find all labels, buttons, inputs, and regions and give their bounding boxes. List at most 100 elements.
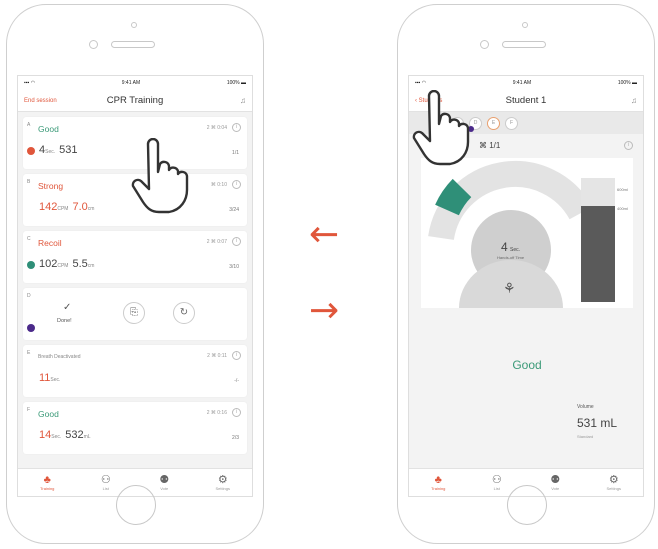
training-icon: ♣	[43, 474, 51, 486]
card-status: Good	[38, 409, 59, 419]
card-timer: ⌘ 0:10	[210, 182, 227, 188]
list-icon: ⚇	[491, 474, 502, 486]
card-letter: C	[27, 236, 31, 242]
speaker-grille	[111, 41, 155, 48]
speaker-grille	[502, 41, 546, 48]
card-timer: 2 ⌘ 0:04	[206, 125, 227, 131]
sensor-dot	[480, 40, 489, 49]
status-bar: ▪▪▪ ◠ 9:41 AM 100% ▬	[409, 76, 643, 90]
card-values: 142CPM 7.0cm	[39, 201, 95, 213]
page-title: CPR Training	[106, 95, 164, 106]
card-status: Strong	[38, 181, 64, 191]
notification-icon[interactable]: ♫	[587, 96, 637, 105]
tab-vote[interactable]: ⚉ Vote	[537, 474, 573, 491]
nav-bar: End session CPR Training ♫	[18, 90, 252, 112]
restart-button[interactable]: ↻	[173, 302, 195, 324]
camera-dot	[522, 22, 528, 28]
student-chip-e[interactable]: E	[487, 116, 500, 130]
tap-hand-icon	[412, 90, 470, 166]
tap-hand-icon	[131, 138, 189, 214]
home-button[interactable]	[507, 485, 547, 525]
student-card-c[interactable]: C Recoil 2 ⌘ 0:07 i 102CPM 5.5cm 3/10	[23, 231, 247, 283]
battery-indicator: 100% ▬	[226, 80, 246, 86]
cycle-count: ⌘ 1/1	[479, 140, 501, 150]
card-count: 3/24	[229, 207, 239, 213]
result-label: Good	[512, 358, 542, 372]
student-card-f[interactable]: F Good 2 ⌘ 0:16 i 14Sec. 532mL 2/3	[23, 402, 247, 454]
student-color-dot	[27, 147, 35, 155]
status-time: 9:41 AM	[512, 80, 532, 86]
info-icon[interactable]: i	[232, 408, 241, 417]
volume-label: Volume	[577, 404, 594, 410]
bar-label-top: 600ml	[617, 187, 628, 192]
screen-training: ▪▪▪ ◠ 9:41 AM 100% ▬ End session CPR Tra…	[17, 75, 253, 497]
tab-training[interactable]: ♣ Training	[420, 474, 456, 491]
vote-icon: ⚉	[550, 474, 561, 486]
tab-list[interactable]: ⚇ List	[479, 474, 515, 491]
card-timer: 2 ⌘ 0:07	[206, 239, 227, 245]
signal-icon: ▪▪▪ ◠	[24, 80, 36, 86]
list-icon: ⚇	[100, 474, 111, 486]
bar-label-mid: 400ml	[617, 206, 628, 211]
tab-training[interactable]: ♣ Training	[29, 474, 65, 491]
info-icon[interactable]: i	[232, 180, 241, 189]
check-icon: ✓	[63, 302, 72, 313]
done-label: Done!	[57, 318, 72, 324]
page-title: Student 1	[505, 95, 547, 106]
feedback-panel: 4 Sec. Hands-off Time ⚘ 600ml 400ml	[421, 158, 633, 356]
sensor-dot	[89, 40, 98, 49]
tab-settings[interactable]: ⚙ Settings	[596, 474, 632, 491]
settings-icon: ⚙	[608, 474, 619, 486]
gauge-value: 4	[501, 240, 508, 254]
camera-dot	[131, 22, 137, 28]
student-card-d[interactable]: D ✓ Done! ⎘ ↻	[23, 288, 247, 340]
notification-icon[interactable]: ♫	[196, 96, 246, 105]
phone-frame-right: ▪▪▪ ◠ 9:41 AM 100% ▬ ‹ Students Student …	[397, 4, 655, 544]
info-icon[interactable]: i	[232, 123, 241, 132]
end-session-button[interactable]: End session	[24, 98, 74, 104]
tab-list[interactable]: ⚇ List	[88, 474, 124, 491]
home-button[interactable]	[116, 485, 156, 525]
tab-vote[interactable]: ⚉ Vote	[146, 474, 182, 491]
student-color-dot	[27, 261, 35, 269]
vote-icon: ⚉	[159, 474, 170, 486]
card-status: Breath Deactivated	[38, 354, 81, 360]
volume-sub: Standard	[577, 434, 594, 439]
student-chip-f[interactable]: F	[505, 116, 518, 130]
settings-icon: ⚙	[217, 474, 228, 486]
pressure-gauge: 4 Sec. Hands-off Time ⚘ 600ml 400ml	[428, 160, 628, 356]
card-count: 3/10	[229, 264, 239, 270]
info-icon[interactable]: i	[232, 351, 241, 360]
info-icon[interactable]: i	[624, 140, 633, 150]
tab-settings[interactable]: ⚙ Settings	[205, 474, 241, 491]
status-bar: ▪▪▪ ◠ 9:41 AM 100% ▬	[18, 76, 252, 90]
card-values: 14Sec. 532mL	[39, 429, 91, 441]
phone-frame-left: ▪▪▪ ◠ 9:41 AM 100% ▬ End session CPR Tra…	[6, 4, 264, 544]
card-letter: A	[27, 122, 31, 128]
card-timer: 2 ⌘ 0:11	[207, 353, 227, 359]
lungs-icon: ⚘	[503, 281, 516, 297]
card-letter: B	[27, 179, 31, 185]
gauge-sub: Hands-off Time	[497, 255, 525, 260]
training-icon: ♣	[434, 474, 442, 486]
signal-icon: ▪▪▪ ◠	[415, 80, 427, 86]
battery-indicator: 100% ▬	[617, 80, 637, 86]
card-values: 102CPM 5.5cm	[39, 258, 95, 270]
card-status: Good	[38, 124, 59, 134]
card-status: Recoil	[38, 238, 62, 248]
card-letter: F	[27, 407, 31, 413]
card-values: 11Sec.	[39, 372, 61, 384]
info-icon[interactable]: i	[232, 237, 241, 246]
student-card-e[interactable]: E Breath Deactivated 2 ⌘ 0:11 i 11Sec. -…	[23, 345, 247, 397]
card-timer: 2 ⌘ 0:16	[206, 410, 227, 416]
card-values: 4Sec. 531	[39, 144, 78, 156]
card-count: 1/1	[232, 150, 239, 156]
card-letter: D	[27, 293, 31, 299]
arrow-left-icon: ←	[309, 214, 340, 255]
gauge-unit: Sec.	[510, 247, 520, 253]
status-time: 9:41 AM	[121, 80, 141, 86]
card-letter: E	[27, 350, 31, 356]
sensor-reset-button[interactable]: ⎘	[123, 302, 145, 324]
card-count: -/-	[234, 378, 239, 384]
arrow-right-icon: →	[309, 290, 340, 331]
